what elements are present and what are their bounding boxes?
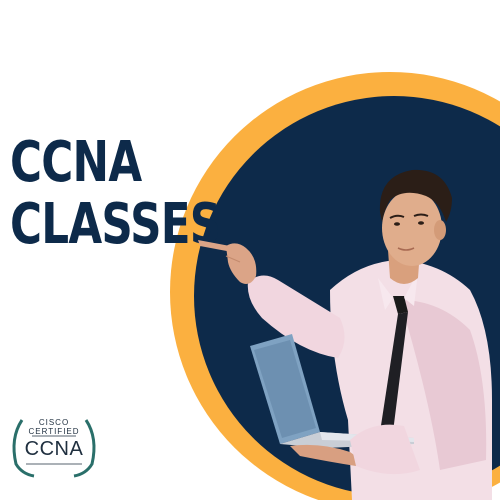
badge-status: CERTIFIED xyxy=(28,427,80,436)
promo-banner: CCNA CLASSES CISCO CERTIFIED CCNA xyxy=(0,0,500,500)
cisco-certified-ccna-badge: CISCO CERTIFIED CCNA xyxy=(4,408,104,488)
badge-cert: CCNA xyxy=(24,438,84,460)
badge-brand: CISCO xyxy=(38,418,70,427)
